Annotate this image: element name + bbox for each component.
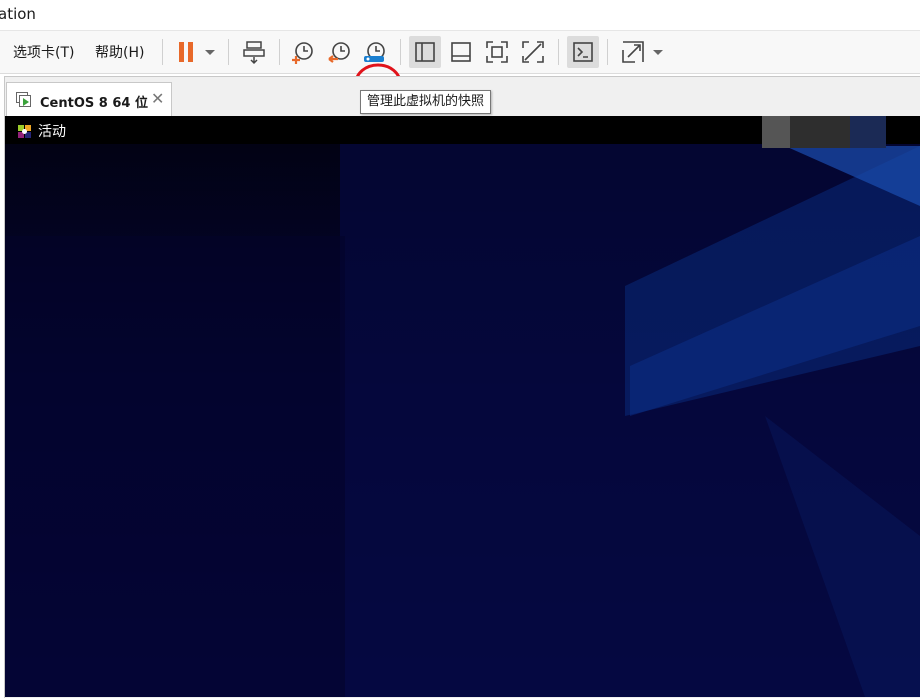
title-bar: ation — [0, 0, 920, 31]
show-thumbnail-bar-button[interactable] — [445, 36, 477, 68]
menu-help[interactable]: 帮助(H) — [95, 42, 144, 62]
pixelated-area — [790, 116, 850, 148]
unity-button[interactable] — [517, 36, 549, 68]
stretch-button[interactable] — [617, 36, 649, 68]
show-library-button[interactable] — [409, 36, 441, 68]
activities-button[interactable]: 活动 — [17, 121, 66, 141]
pause-icon — [179, 42, 193, 62]
vm-screen[interactable]: 活动 — [5, 116, 920, 697]
snapshot-manager-button[interactable] — [359, 36, 391, 68]
send-ctrl-alt-del-icon — [243, 41, 265, 65]
snapshot-manager-icon — [364, 42, 385, 62]
take-snapshot-button[interactable] — [287, 36, 319, 68]
window-title: ation — [0, 5, 36, 23]
stretch-dropdown-chevron-icon[interactable] — [653, 50, 663, 55]
tab-vm[interactable]: CentOS 8 64 位 ✕ — [6, 82, 172, 116]
activities-label: 活动 — [38, 124, 66, 140]
revert-snapshot-icon — [328, 42, 350, 63]
unity-icon — [522, 41, 544, 63]
toolbar-separator — [279, 39, 280, 65]
full-screen-button[interactable] — [481, 36, 513, 68]
stretch-icon — [622, 41, 644, 63]
toolbar: 选项卡(T) 帮助(H) — [0, 31, 920, 103]
show-library-icon — [415, 42, 435, 62]
pixelated-area — [762, 116, 790, 148]
tab-label: CentOS 8 64 位 — [40, 96, 148, 111]
console-icon — [573, 42, 593, 62]
toolbar-separator — [558, 39, 559, 65]
close-icon[interactable]: ✕ — [151, 89, 164, 108]
menu-tabs[interactable]: 选项卡(T) — [13, 42, 74, 62]
pause-dropdown-chevron-icon[interactable] — [205, 50, 215, 55]
revert-snapshot-button[interactable] — [323, 36, 355, 68]
desktop-wallpaper — [5, 144, 920, 697]
toolbar-separator — [607, 39, 608, 65]
show-thumbnail-icon — [451, 42, 471, 62]
console-view-button[interactable] — [567, 36, 599, 68]
vm-icon — [16, 92, 31, 107]
full-screen-icon — [486, 41, 508, 63]
send-ctrl-alt-del-button[interactable] — [238, 36, 270, 68]
toolbar-separator — [162, 39, 163, 65]
tooltip: 管理此虚拟机的快照 — [360, 90, 492, 114]
pixelated-area — [850, 116, 886, 148]
pause-button[interactable] — [170, 36, 202, 68]
take-snapshot-icon — [292, 42, 313, 64]
centos-logo-icon — [18, 124, 31, 138]
toolbar-separator — [400, 39, 401, 65]
toolbar-separator — [228, 39, 229, 65]
